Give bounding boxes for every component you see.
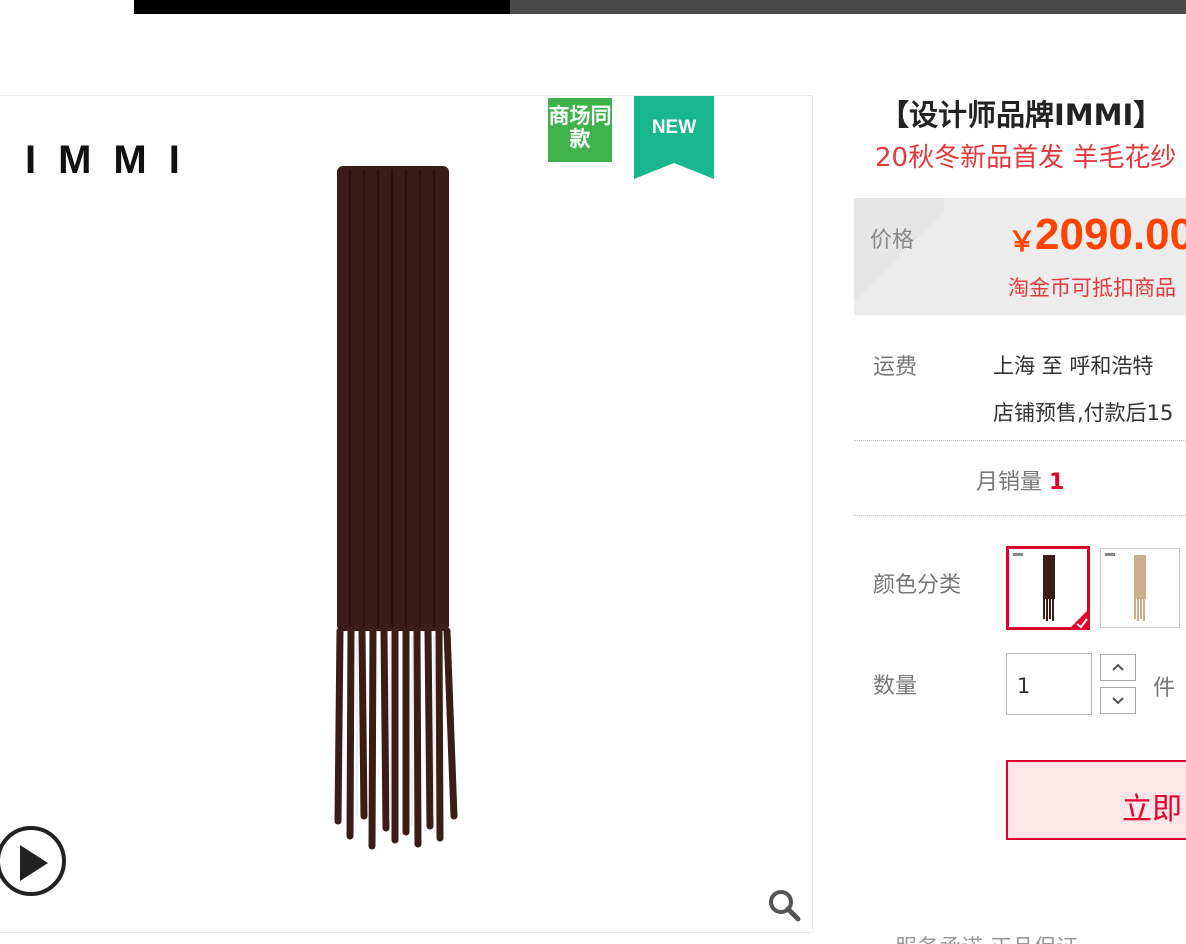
color-swatch-beige[interactable]: [1100, 548, 1180, 628]
quantity-input[interactable]: 1: [1006, 653, 1092, 715]
price-currency: ￥: [1008, 225, 1037, 258]
product-subtitle: 20秋冬新品首发 羊毛花纱: [875, 143, 1177, 173]
scarf-product-image[interactable]: [320, 156, 470, 856]
shipping-route[interactable]: 上海 至 呼和浩特: [993, 350, 1153, 380]
monthly-sales-count: 1: [1049, 470, 1065, 495]
quantity-increase-button[interactable]: [1100, 654, 1136, 681]
top-nav-bar-dark-segment: [134, 0, 510, 14]
price-label: 价格: [870, 228, 915, 253]
monthly-sales: 月销量 1: [976, 464, 1064, 496]
video-play-button[interactable]: [0, 826, 66, 896]
quantity-label: 数量: [873, 674, 918, 699]
price-panel: 价格 ￥ 2090.00 淘金币可抵扣商品: [854, 198, 1186, 315]
brand-logo: IMMI: [25, 138, 202, 182]
monthly-sales-label: 月销量: [976, 470, 1043, 495]
swatch-thumbnail: [1105, 553, 1146, 621]
chevron-down-icon: [1112, 697, 1124, 705]
color-swatch-brown[interactable]: [1006, 546, 1090, 630]
top-nav-bar: [134, 0, 1186, 14]
buy-now-button[interactable]: 立即: [1006, 760, 1186, 840]
chevron-up-icon: [1112, 663, 1124, 671]
taojinbi-deduction-link[interactable]: 淘金币可抵扣商品: [1008, 272, 1176, 302]
divider: [854, 440, 1186, 441]
mall-same-style-badge: 商场同款: [548, 98, 612, 162]
magnifier-icon: [769, 890, 801, 922]
quantity-unit: 件: [1153, 676, 1176, 701]
color-label: 颜色分类: [873, 573, 962, 598]
zoom-button[interactable]: [755, 876, 812, 932]
new-ribbon-badge: NEW: [634, 96, 714, 179]
divider: [854, 515, 1186, 516]
presale-notice: 店铺预售,付款后15: [993, 401, 1174, 425]
quantity-decrease-button[interactable]: [1100, 687, 1136, 714]
price-value: 2090.00: [1035, 210, 1186, 259]
check-icon: [1068, 608, 1090, 630]
play-icon: [20, 845, 48, 881]
product-gallery: IMMI 商场同款 NEW: [0, 95, 813, 933]
shipping-label: 运费: [873, 355, 918, 380]
product-title: 【设计师品牌IMMI】: [880, 98, 1163, 132]
new-badge-label: NEW: [651, 117, 697, 138]
service-promise: 服务承诺 正品保证: [895, 930, 1078, 944]
price-panel-decoration: [854, 198, 944, 315]
